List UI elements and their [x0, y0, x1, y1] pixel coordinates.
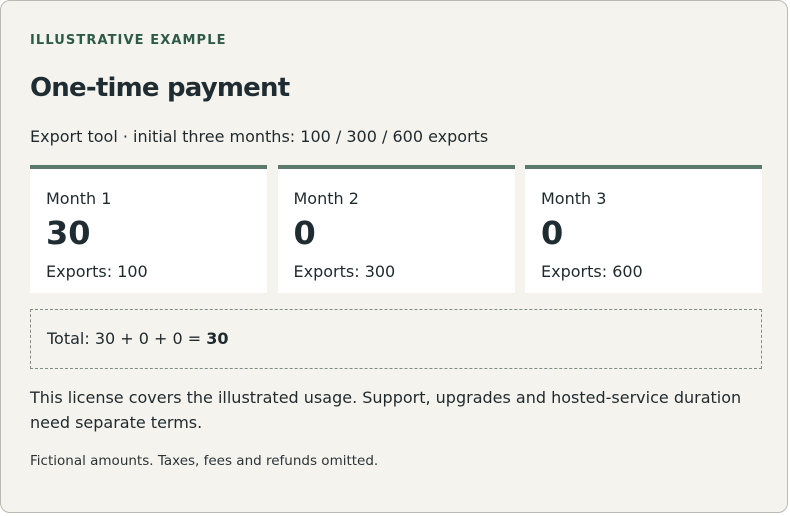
- total-line: Total: 30 + 0 + 0 = 30: [47, 329, 229, 348]
- total-formula: Total: 30 + 0 + 0 =: [47, 329, 207, 348]
- month-card-3: Month 3 0 Exports: 600: [525, 165, 762, 293]
- page-title: One-time payment: [30, 73, 290, 103]
- month-label: Month 2: [293, 189, 359, 208]
- footnote: Fictional amounts. Taxes, fees and refun…: [30, 453, 379, 469]
- subtitle: Export tool · initial three months: 100 …: [30, 127, 489, 146]
- month-value: 0: [541, 214, 564, 252]
- month-exports: Exports: 600: [541, 262, 643, 281]
- month-label: Month 1: [46, 189, 112, 208]
- month-label: Month 3: [541, 189, 607, 208]
- month-exports: Exports: 300: [293, 262, 396, 281]
- month-exports: Exports: 100: [46, 262, 148, 281]
- eyebrow-label: ILLUSTRATIVE EXAMPLE: [30, 33, 227, 48]
- month-value: 30: [46, 214, 91, 252]
- total-box: Total: 30 + 0 + 0 = 30: [30, 309, 762, 369]
- months-row: Month 1 30 Exports: 100 Month 2 0 Export…: [30, 165, 762, 293]
- license-note: This license covers the illustrated usag…: [30, 388, 742, 432]
- month-value: 0: [293, 214, 316, 252]
- month-card-2: Month 2 0 Exports: 300: [277, 165, 515, 293]
- month-card-1: Month 1 30 Exports: 100: [30, 165, 267, 293]
- total-result: 30: [206, 329, 229, 348]
- payment-card: ILLUSTRATIVE EXAMPLE One-time payment Ex…: [0, 0, 788, 513]
